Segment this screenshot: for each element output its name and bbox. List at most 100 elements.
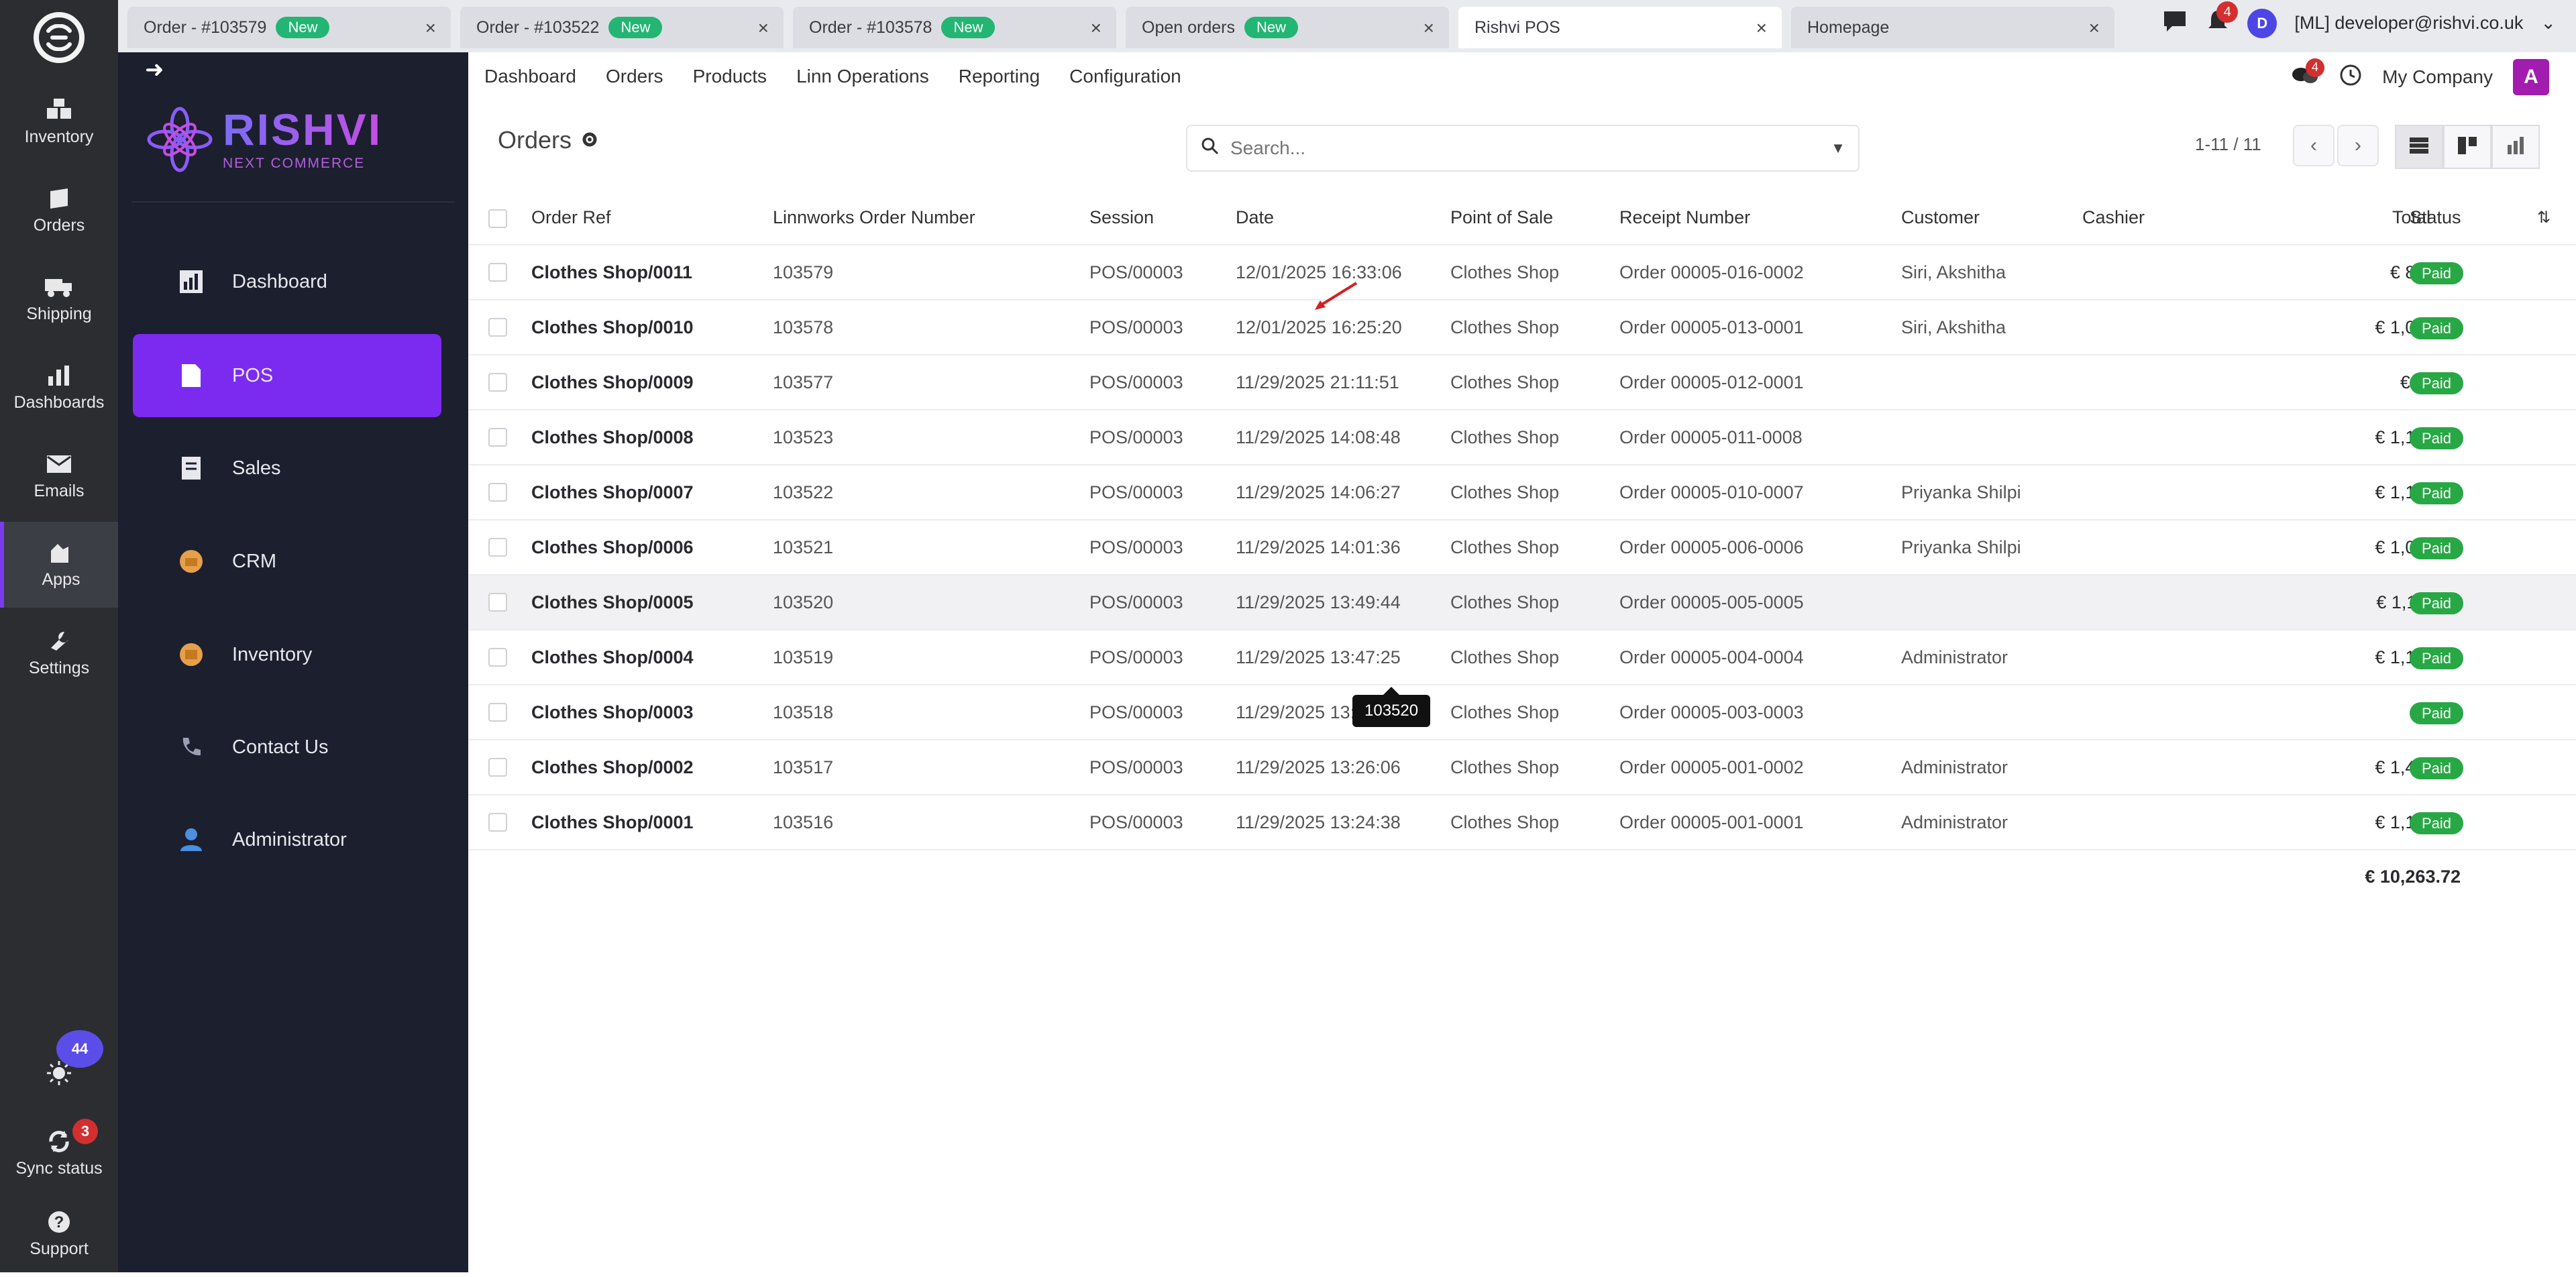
column-header-date[interactable]: Date [1236,207,1274,228]
rail-item-inventory[interactable]: Inventory [0,79,118,165]
tab-rishvi-pos[interactable]: Rishvi POS × [1458,7,1782,48]
table-row[interactable]: Clothes Shop/0007 103522 POS/00003 11/29/20… [468,465,2576,520]
search-options-caret-icon[interactable]: ▼ [1818,140,1858,157]
pager-value[interactable]: 1-11 / 11 [2195,134,2261,155]
chevron-down-icon[interactable]: ⌄ [2540,13,2556,34]
nav-crm[interactable]: CRM [133,520,441,603]
nav-pos[interactable]: POS [133,334,441,417]
main-content: Dashboard Orders Products Linn Operation… [468,52,2576,1272]
menu-linn-operations[interactable]: Linn Operations [796,66,929,87]
row-checkbox[interactable] [488,263,507,282]
menu-orders[interactable]: Orders [606,66,663,87]
close-icon[interactable]: × [425,17,436,39]
row-checkbox[interactable] [488,648,507,667]
user-email[interactable]: [ML] developer@rishvi.co.uk [2294,13,2523,34]
collapse-sidebar-icon[interactable]: ➜ [145,56,164,83]
row-checkbox[interactable] [488,758,507,777]
table-row[interactable]: Clothes Shop/0004 103519 POS/00003 11/29/20… [468,630,2576,685]
row-checkbox[interactable] [488,593,507,612]
order-ref-cell: Clothes Shop/0002 [531,757,694,777]
support-button[interactable]: ? Support [0,1191,118,1277]
column-header-cashier[interactable]: Cashier [2082,207,2145,228]
notifications-button[interactable]: 4 [2206,1,2239,38]
divider [131,201,455,203]
rail-item-emails[interactable]: Emails [0,433,118,519]
row-checkbox[interactable] [488,813,507,832]
row-checkbox[interactable] [488,318,507,337]
breadcrumb: Orders [498,126,598,154]
nav-administrator[interactable]: Administrator [133,798,441,881]
point-of-sale-cell: Clothes Shop [1450,757,1560,777]
row-checkbox[interactable] [488,703,507,722]
menu-products[interactable]: Products [693,66,767,87]
close-icon[interactable]: × [1756,17,1767,39]
menu-reporting[interactable]: Reporting [959,66,1040,87]
pager-previous-button[interactable]: ‹ [2293,125,2334,166]
row-checkbox[interactable] [488,428,507,447]
tab-order-103522[interactable]: Order - #103522 New × [460,7,784,48]
row-checkbox[interactable] [488,373,507,392]
table-row[interactable]: Clothes Shop/0002 103517 POS/00003 11/29/20… [468,740,2576,795]
table-row[interactable]: Clothes Shop/0009 103577 POS/00003 11/29/20… [468,355,2576,410]
column-header-order-ref[interactable]: Order Ref [531,207,611,228]
menu-configuration[interactable]: Configuration [1069,66,1181,87]
sync-status-button[interactable]: Sync status [0,1111,118,1197]
list-view-button[interactable] [2395,125,2443,169]
nav-contact-us[interactable]: Contact Us [133,706,441,789]
close-icon[interactable]: × [1424,17,1434,39]
search-box[interactable]: ▼ [1186,125,1860,172]
column-header-receipt-number[interactable]: Receipt Number [1619,207,1750,228]
pager-next-button[interactable]: › [2337,125,2379,166]
nav-sales[interactable]: Sales [133,427,441,510]
emails-icon [45,452,73,476]
column-header-status[interactable]: Status [2410,207,2461,228]
app-sidebar: ➜ RISHVI NEXT COMMERCE Dashboard POS Sal… [118,52,468,1272]
gear-icon[interactable] [581,126,598,154]
column-header-linnworks-order-number[interactable]: Linnworks Order Number [773,207,975,228]
rail-item-shipping[interactable]: Shipping [0,256,118,342]
close-icon[interactable]: × [2089,17,2100,39]
graph-view-icon [2506,136,2525,158]
close-icon[interactable]: × [1091,17,1102,39]
table-row[interactable]: Clothes Shop/0010 103578 POS/00003 12/01/20… [468,300,2576,355]
select-all-checkbox[interactable] [488,209,507,228]
chat-button[interactable]: 4 [2291,58,2325,91]
search-input[interactable] [1230,137,1818,159]
row-checkbox[interactable] [488,483,507,502]
column-options-icon[interactable]: ⇅ [2537,208,2551,227]
rail-item-orders[interactable]: Orders [0,168,118,254]
table-row[interactable]: Clothes Shop/0006 103521 POS/00003 11/29/20… [468,520,2576,575]
company-switcher[interactable]: My Company [2382,66,2493,88]
nav-dashboard[interactable]: Dashboard [133,240,441,323]
user-avatar[interactable]: A [2513,59,2549,95]
table-row[interactable]: Clothes Shop/0011 103579 POS/00003 12/01/20… [468,245,2576,300]
table-row[interactable]: Clothes Shop/0001 103516 POS/00003 11/29/20… [468,795,2576,850]
kanban-view-button[interactable] [2443,125,2491,169]
chat-icon[interactable] [2161,9,2188,38]
session-cell: POS/00003 [1089,317,1183,337]
rail-item-apps[interactable]: Apps [0,522,118,608]
clock-icon[interactable] [2339,64,2362,91]
table-row[interactable]: Clothes Shop/0008 103523 POS/00003 11/29/20… [468,410,2576,465]
menu-dashboard[interactable]: Dashboard [484,66,576,87]
settings-icon [45,629,73,653]
user-avatar[interactable]: D [2247,8,2277,38]
table-row[interactable]: Clothes Shop/0003 103518 POS/00003 11/29/20… [468,685,2576,740]
tab-homepage[interactable]: Homepage × [1791,7,2114,48]
tab-order-103578[interactable]: Order - #103578 New × [793,7,1116,48]
status-badge: Paid [2410,702,2464,724]
nav-inventory[interactable]: Inventory [133,613,441,696]
graph-view-button[interactable] [2491,125,2540,169]
tab-open-orders[interactable]: Open orders New × [1126,7,1449,48]
rail-item-settings[interactable]: Settings [0,610,118,696]
column-header-point-of-sale[interactable]: Point of Sale [1450,207,1553,228]
table-row[interactable]: Clothes Shop/0005 103520 POS/00003 11/29/20… [468,575,2576,630]
column-header-customer[interactable]: Customer [1901,207,1980,228]
row-checkbox[interactable] [488,538,507,557]
app-logo-icon[interactable] [34,12,85,63]
tab-order-103579[interactable]: Order - #103579 New × [127,7,451,48]
close-icon[interactable]: × [758,17,769,39]
rail-item-dashboards[interactable]: Dashboards [0,345,118,431]
brand-tagline: NEXT COMMERCE [223,156,366,171]
column-header-session[interactable]: Session [1089,207,1154,228]
